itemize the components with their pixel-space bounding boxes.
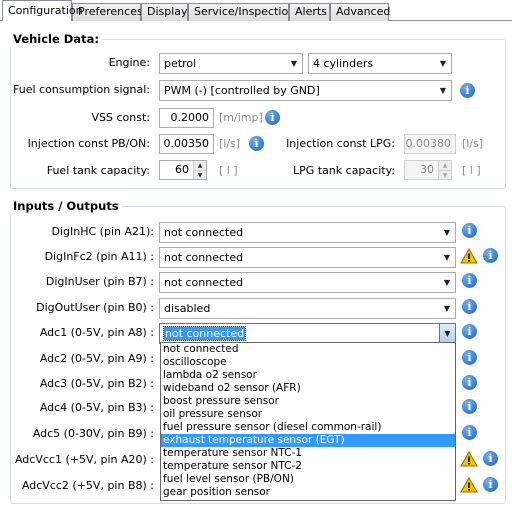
- lpg-tank-label: LPG tank capacity:: [292, 164, 395, 177]
- spin-up-icon[interactable]: ▲: [439, 161, 451, 170]
- cylinders-select[interactable]: 4 cylinders ▼: [308, 53, 452, 74]
- engine-value: petrol: [164, 57, 197, 70]
- io-row-label: DigOutUser (pin B0) :: [36, 301, 154, 314]
- inj-pb-input[interactable]: 0.00350: [159, 134, 214, 154]
- info-icon[interactable]: i: [483, 477, 498, 492]
- tank-value: 60: [175, 163, 189, 176]
- io-row-label: Adc2 (0-5V, pin A9) :: [39, 352, 154, 365]
- info-icon[interactable]: i: [462, 223, 477, 238]
- dropdown-option[interactable]: gear position sensor: [161, 486, 455, 499]
- engine-select[interactable]: petrol ▼: [159, 53, 303, 74]
- dropdown-option[interactable]: fuel level sensor (PB/ON): [161, 473, 455, 486]
- chevron-down-icon: ▼: [439, 59, 447, 68]
- io-title: Inputs / Outputs: [10, 199, 122, 213]
- vss-input[interactable]: 0.2000: [159, 108, 214, 128]
- io-row-label: Adc5 (0-30V, pin B9) :: [32, 427, 154, 440]
- io-row-value: disabled: [164, 302, 211, 315]
- lpg-tank-unit: [ l ]: [462, 164, 481, 177]
- info-icon[interactable]: i: [249, 136, 264, 151]
- io-row-label: Adc4 (0-5V, pin B3) :: [39, 401, 154, 414]
- chevron-down-icon: ▼: [290, 59, 298, 68]
- info-icon[interactable]: i: [483, 248, 498, 263]
- chevron-down-icon: ▼: [439, 86, 447, 95]
- spin-up-icon[interactable]: ▲: [194, 161, 206, 170]
- lpg-tank-value: 30: [420, 163, 434, 176]
- fuel-signal-select[interactable]: PWM (-) [controlled by GND] ▼: [159, 80, 452, 101]
- io-row-select[interactable]: not connected ▼: [159, 247, 456, 268]
- dropdown-option[interactable]: exhaust temperature sensor (EGT): [161, 434, 455, 447]
- dropdown-option[interactable]: oscilloscope: [161, 356, 455, 369]
- io-row-select[interactable]: not connected ▼: [159, 272, 456, 293]
- tab-configuration[interactable]: Configuration: [2, 0, 83, 21]
- info-icon[interactable]: i: [460, 83, 475, 98]
- inj-lpg-unit: [l/s]: [462, 137, 484, 150]
- dropdown-option[interactable]: temperature sensor NTC-1: [161, 447, 455, 460]
- io-row-label: Adc3 (0-5V, pin B2) :: [39, 377, 154, 390]
- warning-icon: [460, 477, 478, 493]
- info-icon[interactable]: i: [462, 273, 477, 288]
- dropdown-option[interactable]: temperature sensor NTC-2: [161, 460, 455, 473]
- tab-service-inspection[interactable]: Service/Inspection: [188, 3, 295, 21]
- dropdown-option[interactable]: oil pressure sensor: [161, 408, 455, 421]
- info-icon[interactable]: i: [462, 375, 477, 390]
- fuel-signal-value: PWM (-) [controlled by GND]: [164, 84, 320, 97]
- io-row-label: DigInHC (pin A21):: [51, 225, 155, 238]
- info-icon[interactable]: i: [462, 350, 477, 365]
- io-row-label: AdcVcc2 (+5V, pin B8) :: [21, 479, 154, 492]
- inj-pb-unit: [l/s]: [219, 137, 241, 150]
- warning-icon: [460, 248, 478, 264]
- inj-lpg-label: Injection const LPG:: [286, 137, 395, 150]
- dropdown-option[interactable]: fuel pressure sensor (diesel common-rail…: [161, 421, 455, 434]
- io-row-select[interactable]: disabled ▼: [159, 298, 456, 319]
- inj-lpg-input[interactable]: 0.00380: [404, 134, 456, 154]
- info-icon[interactable]: i: [462, 324, 477, 339]
- lpg-tank-stepper[interactable]: 30 ▲ ▼: [404, 160, 452, 180]
- io-row-label: DigInFc2 (pin A11) :: [44, 250, 154, 263]
- dropdown-option[interactable]: not connected: [161, 343, 455, 356]
- chevron-down-icon: ▼: [443, 278, 451, 287]
- io-row-value: not connected: [164, 251, 244, 264]
- io-row-select[interactable]: not connected ▼: [159, 222, 456, 243]
- info-icon[interactable]: i: [462, 299, 477, 314]
- vss-label: VSS const:: [91, 111, 151, 124]
- vehicle-data-title: Vehicle Data:: [10, 32, 102, 46]
- chevron-down-icon: ▼: [443, 228, 451, 237]
- io-row-value: not connected: [162, 326, 247, 341]
- tank-unit: [ l ]: [219, 164, 238, 177]
- tab-advanced[interactable]: Advanced: [330, 3, 390, 21]
- vss-unit: [m/imp]: [219, 111, 263, 124]
- io-row-select[interactable]: not connected ▼: [159, 323, 456, 344]
- warning-icon: [460, 451, 478, 467]
- chevron-down-icon: ▼: [439, 324, 455, 343]
- io-row-value: not connected: [164, 226, 244, 239]
- info-icon[interactable]: i: [265, 110, 280, 125]
- tank-spinner[interactable]: ▲ ▼: [193, 161, 206, 179]
- tab-bar: Configuration Preferences Display Servic…: [0, 0, 512, 21]
- io-row-label: AdcVcc1 (+5V, pin A20) :: [14, 453, 154, 466]
- tank-stepper[interactable]: 60 ▲ ▼: [159, 160, 207, 180]
- engine-label: Engine:: [108, 56, 150, 69]
- inj-pb-label: Injection const PB/ON:: [27, 137, 150, 150]
- info-icon[interactable]: i: [462, 399, 477, 414]
- io-row-value: not connected: [164, 276, 244, 289]
- spin-down-icon[interactable]: ▼: [194, 170, 206, 179]
- spin-down-icon[interactable]: ▼: [439, 170, 451, 179]
- tank-label: Fuel tank capacity:: [46, 164, 150, 177]
- cylinders-value: 4 cylinders: [313, 57, 374, 70]
- adc1-dropdown-list[interactable]: not connected oscilloscope lambda o2 senso…: [160, 342, 456, 501]
- io-row-label: DigInUser (pin B7) :: [45, 275, 154, 288]
- chevron-down-icon: ▼: [443, 304, 451, 313]
- fuel-signal-label: Fuel consumption signal:: [13, 83, 150, 96]
- chevron-down-icon: ▼: [443, 253, 451, 262]
- lpg-tank-spinner[interactable]: ▲ ▼: [438, 161, 451, 179]
- info-icon[interactable]: i: [483, 451, 498, 466]
- info-icon[interactable]: i: [462, 425, 477, 440]
- io-row-label: Adc1 (0-5V, pin A8) :: [39, 326, 154, 339]
- tab-display[interactable]: Display: [141, 3, 188, 21]
- dropdown-option[interactable]: wideband o2 sensor (AFR): [161, 382, 455, 395]
- dropdown-option[interactable]: boost pressure sensor: [161, 395, 455, 408]
- dropdown-option[interactable]: lambda o2 sensor: [161, 369, 455, 382]
- tab-alerts[interactable]: Alerts: [289, 3, 330, 21]
